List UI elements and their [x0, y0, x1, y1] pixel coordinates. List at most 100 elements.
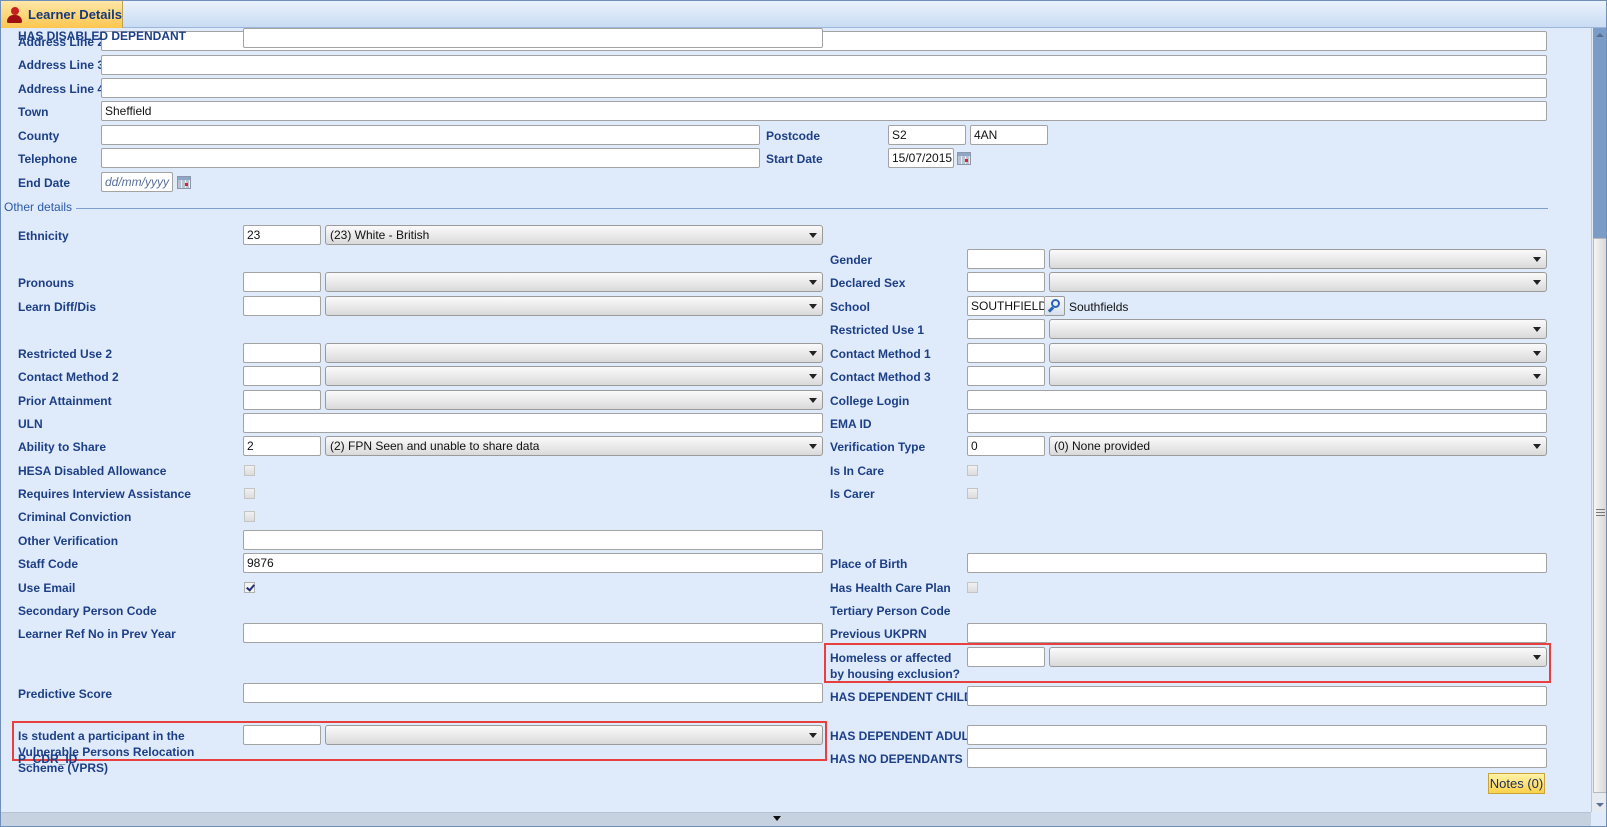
has-health-care-plan-checkbox[interactable]	[967, 582, 978, 593]
use-email-checkbox[interactable]	[244, 582, 255, 593]
declared-sex-dropdown[interactable]	[1049, 272, 1547, 292]
other-verification-input[interactable]	[243, 530, 823, 550]
hesa-disabled-allowance-checkbox[interactable]	[244, 465, 255, 476]
end-date-label: End Date	[18, 176, 71, 190]
address-line-3-input[interactable]	[101, 55, 1547, 75]
ema-id-input[interactable]	[967, 413, 1547, 433]
verification-type-code-input[interactable]: 0	[967, 436, 1045, 456]
scroll-down-icon[interactable]	[1596, 803, 1604, 807]
prior-attainment-label: Prior Attainment	[18, 394, 112, 408]
is-in-care-checkbox[interactable]	[967, 465, 978, 476]
tab-bar: Learner Details	[1, 1, 1606, 28]
school-lookup-button[interactable]	[1045, 296, 1065, 316]
chevron-down-icon[interactable]	[809, 351, 817, 356]
staff-code-label: Staff Code	[18, 557, 78, 571]
chevron-down-icon[interactable]	[1533, 280, 1541, 285]
pronouns-dropdown[interactable]	[325, 272, 823, 292]
telephone-input[interactable]	[101, 148, 760, 168]
town-input[interactable]: Sheffield	[101, 101, 1547, 121]
calendar-icon[interactable]	[177, 176, 191, 189]
verification-type-label: Verification Type	[830, 440, 926, 454]
county-label: County	[18, 129, 60, 143]
chevron-down-icon[interactable]	[1533, 351, 1541, 356]
chevron-down-icon[interactable]	[809, 280, 817, 285]
contact-method-2-code-input[interactable]	[243, 366, 321, 386]
contact-method-1-code-input[interactable]	[967, 343, 1045, 363]
chevron-down-icon[interactable]	[809, 233, 817, 238]
contact-method-1-dropdown[interactable]	[1049, 343, 1547, 363]
learner-ref-prev-year-input[interactable]	[243, 623, 823, 643]
address-line-4-input[interactable]	[101, 78, 1547, 98]
scroll-thumb[interactable]	[1593, 238, 1606, 793]
other-verification-label: Other Verification	[18, 534, 119, 548]
pronouns-code-input[interactable]	[243, 272, 321, 292]
end-date-input[interactable]: dd/mm/yyyy	[101, 172, 173, 192]
previous-ukprn-input[interactable]	[967, 623, 1547, 643]
chevron-down-icon[interactable]	[809, 444, 817, 449]
gender-code-input[interactable]	[967, 249, 1045, 269]
criminal-conviction-checkbox[interactable]	[244, 511, 255, 522]
college-login-input[interactable]	[967, 390, 1547, 410]
ethnicity-code-input[interactable]: 23	[243, 225, 321, 245]
town-label: Town	[18, 105, 49, 119]
has-no-dependants-input[interactable]	[967, 748, 1547, 768]
address-line-4-label: Address Line 4	[18, 82, 105, 96]
gender-dropdown[interactable]	[1049, 249, 1547, 269]
prior-attainment-dropdown[interactable]	[325, 390, 823, 410]
scroll-up-icon[interactable]	[1596, 33, 1604, 37]
chevron-down-icon[interactable]	[809, 398, 817, 403]
address-line-3-label: Address Line 3	[18, 58, 105, 72]
calendar-icon[interactable]	[957, 152, 971, 165]
predictive-score-input[interactable]	[243, 683, 823, 703]
secondary-person-code-label: Secondary Person Code	[18, 604, 157, 618]
ability-to-share-label: Ability to Share	[18, 440, 107, 454]
postcode-part2-input[interactable]: 4AN	[970, 125, 1048, 145]
chevron-down-icon[interactable]	[809, 304, 817, 309]
restricted-use-1-code-input[interactable]	[967, 319, 1045, 339]
ability-to-share-code-input[interactable]: 2	[243, 436, 321, 456]
tertiary-person-code-label: Tertiary Person Code	[830, 604, 951, 618]
place-of-birth-input[interactable]	[967, 553, 1547, 573]
has-dependent-child-input[interactable]	[967, 686, 1547, 706]
chevron-down-icon[interactable]	[1533, 257, 1541, 262]
school-input[interactable]: SOUTHFIELD	[967, 296, 1045, 316]
is-carer-checkbox[interactable]	[967, 488, 978, 499]
chevron-down-icon[interactable]	[1533, 327, 1541, 332]
contact-method-3-code-input[interactable]	[967, 366, 1045, 386]
chevron-down-icon[interactable]	[809, 374, 817, 379]
restricted-use-2-code-input[interactable]	[243, 343, 321, 363]
expand-down-icon[interactable]	[773, 816, 781, 821]
scroll-track[interactable]	[1593, 28, 1606, 238]
gender-label: Gender	[830, 253, 873, 267]
requires-interview-assistance-checkbox[interactable]	[244, 488, 255, 499]
verification-type-dropdown[interactable]: (0) None provided	[1049, 436, 1547, 456]
prior-attainment-code-input[interactable]	[243, 390, 321, 410]
vertical-scrollbar[interactable]	[1591, 28, 1606, 812]
restricted-use-2-dropdown[interactable]	[325, 343, 823, 363]
user-icon	[6, 6, 23, 23]
previous-ukprn-label: Previous UKPRN	[830, 627, 927, 641]
contact-method-2-dropdown[interactable]	[325, 366, 823, 386]
chevron-down-icon[interactable]	[1533, 374, 1541, 379]
school-label: School	[830, 300, 871, 314]
telephone-label: Telephone	[18, 152, 78, 166]
learn-diff-code-input[interactable]	[243, 296, 321, 316]
uln-input[interactable]	[243, 413, 823, 433]
has-disabled-dependant-input[interactable]	[243, 28, 823, 48]
postcode-part1-input[interactable]: S2	[888, 125, 966, 145]
ability-to-share-dropdown[interactable]: (2) FPN Seen and unable to share data	[325, 436, 823, 456]
ethnicity-dropdown[interactable]: (23) White - British	[325, 225, 823, 245]
staff-code-input[interactable]: 9876	[243, 553, 823, 573]
contact-method-2-label: Contact Method 2	[18, 370, 119, 384]
learn-diff-dropdown[interactable]	[325, 296, 823, 316]
notes-button[interactable]: Notes (0)	[1488, 773, 1545, 794]
contact-method-3-dropdown[interactable]	[1049, 366, 1547, 386]
ethnicity-label: Ethnicity	[18, 229, 69, 243]
has-dependent-adult-input[interactable]	[967, 725, 1547, 745]
declared-sex-code-input[interactable]	[967, 272, 1045, 292]
county-input[interactable]	[101, 125, 760, 145]
chevron-down-icon[interactable]	[1533, 444, 1541, 449]
restricted-use-1-dropdown[interactable]	[1049, 319, 1547, 339]
start-date-input[interactable]: 15/07/2015	[888, 148, 954, 168]
tab-learner-details[interactable]: Learner Details	[1, 1, 123, 28]
